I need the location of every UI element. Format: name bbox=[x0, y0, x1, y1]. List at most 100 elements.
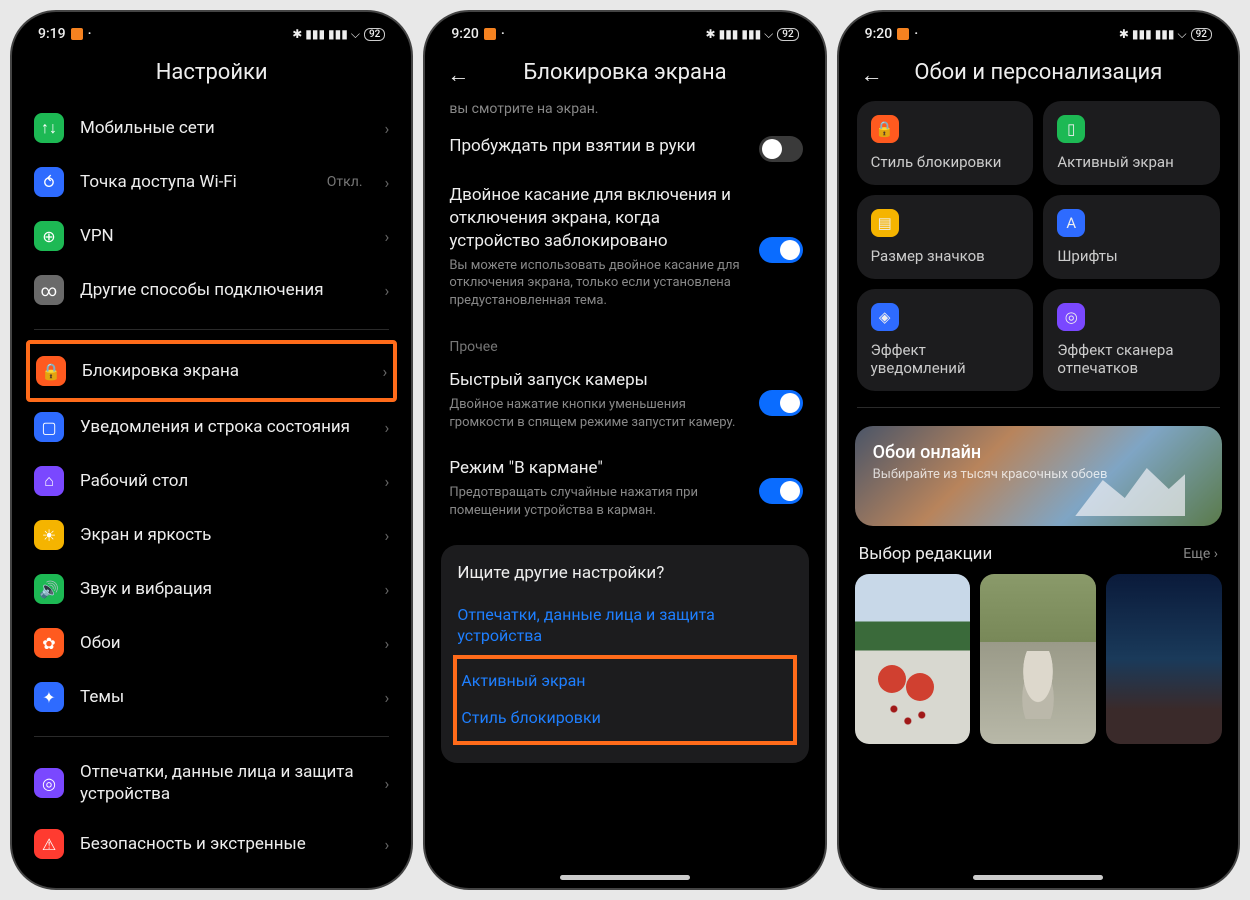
setting-double-tap[interactable]: Двойное касание для включения и отключен… bbox=[441, 174, 808, 325]
clock: 9:20 bbox=[865, 26, 893, 42]
row-label: Экран и яркость bbox=[80, 524, 369, 546]
chevron-right-icon: › bbox=[385, 119, 390, 138]
home-indicator[interactable] bbox=[973, 875, 1103, 880]
row-icon: ✿ bbox=[34, 628, 64, 658]
personalization-card[interactable]: ◎ Эффект сканера отпечатков bbox=[1043, 289, 1220, 391]
row-label: Безопасность и экстренные bbox=[80, 833, 369, 855]
setting-pocket-mode[interactable]: Режим "В кармане" Предотвращать случайны… bbox=[441, 447, 808, 535]
card-icon: A bbox=[1057, 209, 1085, 237]
other-settings-card: Ищите другие настройки? Отпечатки, данны… bbox=[441, 545, 808, 762]
settings-row[interactable]: 🔊 Звук и вибрация › bbox=[28, 562, 395, 616]
chevron-right-icon: › bbox=[385, 688, 390, 707]
settings-row[interactable]: ⚠ Безопасность и экстренные › bbox=[28, 817, 395, 871]
page-title: ← Обои и персонализация bbox=[839, 50, 1238, 101]
phone-settings: 9:19· ✱ ▮▮▮ ▮▮▮ ⌵ 92 Настройки ↑↓ Мобиль… bbox=[10, 10, 413, 890]
wallpaper-thumb[interactable] bbox=[1106, 574, 1222, 744]
section-label: Прочее bbox=[441, 325, 808, 359]
settings-row[interactable]: ⌂ Рабочий стол › bbox=[28, 454, 395, 508]
settings-row[interactable]: ◎ Отпечатки, данные лица и защита устрой… bbox=[28, 749, 395, 817]
row-label: Блокировка экрана bbox=[82, 360, 367, 382]
row-icon: 🔊 bbox=[34, 574, 64, 604]
chevron-right-icon: › bbox=[385, 173, 390, 192]
link-always-on[interactable]: Активный экран bbox=[461, 663, 788, 700]
personalization-card[interactable]: ▤ Размер значков bbox=[857, 195, 1034, 279]
settings-list[interactable]: ↑↓ Мобильные сети › ⥀ Точка доступа Wi-F… bbox=[12, 101, 411, 888]
settings-row[interactable]: ✦ Темы › bbox=[28, 670, 395, 724]
chevron-right-icon: › bbox=[385, 418, 390, 437]
settings-row[interactable]: ⥀ Точка доступа Wi-Fi Откл. › bbox=[28, 155, 395, 209]
card-icon: ◈ bbox=[871, 303, 899, 331]
settings-row[interactable]: ↑↓ Мобильные сети › bbox=[28, 101, 395, 155]
card-label: Активный экран bbox=[1057, 153, 1206, 171]
row-label: Отпечатки, данные лица и защита устройст… bbox=[80, 761, 369, 805]
card-icon: ▤ bbox=[871, 209, 899, 237]
status-badge-icon bbox=[71, 28, 83, 40]
page-title: ← Блокировка экрана bbox=[425, 50, 824, 101]
status-badge-icon bbox=[484, 28, 496, 40]
chevron-right-icon: › bbox=[385, 774, 390, 793]
highlighted-links: Активный экран Стиль блокировки bbox=[453, 655, 796, 745]
settings-row[interactable]: ✿ Обои › bbox=[28, 616, 395, 670]
link-lock-style[interactable]: Стиль блокировки bbox=[461, 700, 788, 737]
toggle[interactable] bbox=[759, 136, 803, 162]
row-label: Уведомления и строка состояния bbox=[80, 416, 369, 438]
wallpaper-thumb[interactable] bbox=[980, 574, 1096, 744]
toggle[interactable] bbox=[759, 478, 803, 504]
other-question: Ищите другие настройки? bbox=[457, 563, 792, 583]
chevron-right-icon: › bbox=[385, 472, 390, 491]
back-icon[interactable]: ← bbox=[861, 62, 883, 88]
divider bbox=[34, 329, 389, 330]
clock: 9:20 bbox=[451, 26, 479, 42]
toggle[interactable] bbox=[759, 237, 803, 263]
personalization-card[interactable]: A Шрифты bbox=[1043, 195, 1220, 279]
settings-row[interactable]: ∞ Другие способы подключения › bbox=[28, 263, 395, 317]
chevron-right-icon: › bbox=[383, 362, 388, 381]
more-link[interactable]: Еще › bbox=[1183, 546, 1218, 562]
settings-row[interactable]: ⊕ VPN › bbox=[28, 209, 395, 263]
phone-wallpaper: 9:20· ✱ ▮▮▮ ▮▮▮ ⌵ 92 ← Обои и персонализ… bbox=[837, 10, 1240, 890]
card-label: Эффект сканера отпечатков bbox=[1057, 341, 1206, 377]
card-icon: ▯ bbox=[1057, 115, 1085, 143]
settings-row[interactable]: ☀ Экран и яркость › bbox=[28, 508, 395, 562]
row-label: Темы bbox=[80, 686, 369, 708]
row-label: Другие способы подключения bbox=[80, 279, 369, 301]
setting-raise-to-wake[interactable]: Пробуждать при взятии в руки bbox=[441, 125, 808, 174]
row-icon: ⥀ bbox=[34, 167, 64, 197]
row-icon: ✦ bbox=[34, 682, 64, 712]
card-icon: 🔒 bbox=[871, 115, 899, 143]
statusbar: 9:20· ✱ ▮▮▮ ▮▮▮ ⌵ 92 bbox=[839, 12, 1238, 50]
online-wallpaper-banner[interactable]: Обои онлайн Выбирайте из тысяч красочных… bbox=[855, 426, 1222, 526]
row-label: Точка доступа Wi-Fi bbox=[80, 171, 311, 193]
personalization-card[interactable]: ◈ Эффект уведомлений bbox=[857, 289, 1034, 391]
status-icons: ✱ ▮▮▮ ▮▮▮ ⌵ 92 bbox=[292, 27, 385, 42]
card-label: Размер значков bbox=[871, 247, 1020, 265]
link-fingerprint[interactable]: Отпечатки, данные лица и защита устройст… bbox=[457, 597, 792, 655]
divider bbox=[34, 736, 389, 737]
chevron-right-icon: › bbox=[385, 580, 390, 599]
row-label: VPN bbox=[80, 225, 369, 247]
row-icon: ⊕ bbox=[34, 221, 64, 251]
status-icons: ✱ ▮▮▮ ▮▮▮ ⌵ 92 bbox=[1119, 27, 1212, 42]
truncated-text: вы смотрите на экран. bbox=[441, 101, 808, 125]
setting-camera-launch[interactable]: Быстрый запуск камеры Двойное нажатие кн… bbox=[441, 359, 808, 447]
status-icons: ✱ ▮▮▮ ▮▮▮ ⌵ 92 bbox=[706, 27, 799, 42]
card-label: Шрифты bbox=[1057, 247, 1206, 265]
wallpaper-thumb[interactable] bbox=[855, 574, 971, 744]
editors-choice-header: Выбор редакции Еще › bbox=[855, 526, 1222, 574]
page-title: Настройки bbox=[12, 50, 411, 101]
row-label: Обои bbox=[80, 632, 369, 654]
home-indicator[interactable] bbox=[560, 875, 690, 880]
row-icon: ⚠ bbox=[34, 829, 64, 859]
settings-row[interactable]: 🔒 Блокировка экрана › bbox=[26, 340, 397, 402]
personalization-card[interactable]: 🔒 Стиль блокировки bbox=[857, 101, 1034, 185]
chevron-right-icon: › bbox=[385, 835, 390, 854]
card-icon: ◎ bbox=[1057, 303, 1085, 331]
settings-row[interactable]: ▢ Уведомления и строка состояния › bbox=[28, 400, 395, 454]
chevron-right-icon: › bbox=[385, 634, 390, 653]
toggle[interactable] bbox=[759, 390, 803, 416]
personalization-card[interactable]: ▯ Активный экран bbox=[1043, 101, 1220, 185]
row-icon: ⌂ bbox=[34, 466, 64, 496]
row-trail: Откл. bbox=[327, 174, 363, 190]
back-icon[interactable]: ← bbox=[447, 62, 469, 88]
card-label: Стиль блокировки bbox=[871, 153, 1020, 171]
